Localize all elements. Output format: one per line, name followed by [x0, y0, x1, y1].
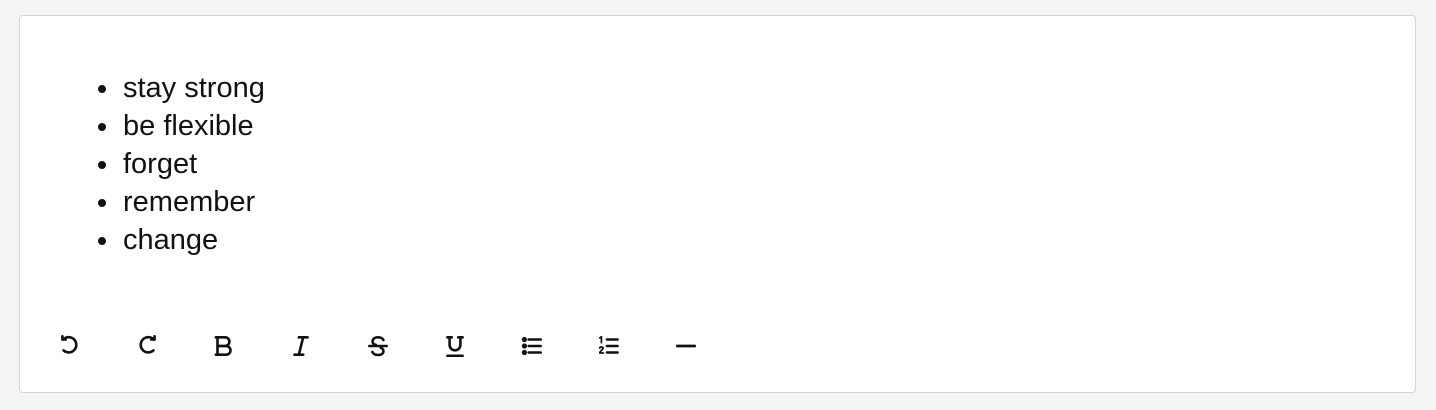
bullet-list-button[interactable]	[514, 328, 550, 364]
list-item: forget	[121, 145, 265, 183]
underline-icon	[446, 336, 464, 358]
bullet-list-icon	[521, 336, 542, 356]
horizontal-rule-button[interactable]	[668, 328, 704, 364]
redo-icon	[139, 334, 156, 354]
list-item: stay strong	[121, 69, 265, 107]
list-item: remember	[121, 183, 265, 221]
strikethrough-icon	[368, 336, 388, 357]
underline-button[interactable]	[437, 328, 473, 364]
bold-button[interactable]	[206, 328, 242, 364]
list-item: be flexible	[121, 107, 265, 145]
italic-button[interactable]	[283, 328, 319, 364]
ordered-list-icon	[598, 335, 619, 354]
ordered-list-button[interactable]	[591, 328, 627, 364]
rich-text-editor: stay strong be flexible forget remember …	[19, 15, 1416, 393]
strikethrough-button[interactable]	[360, 328, 396, 364]
horizontal-rule-icon	[675, 344, 697, 348]
redo-button[interactable]	[129, 328, 165, 364]
bullet-list: stay strong be flexible forget remember …	[121, 69, 265, 259]
undo-button[interactable]	[52, 328, 88, 364]
italic-icon	[293, 336, 309, 356]
formatting-toolbar	[52, 328, 745, 364]
list-item: change	[121, 221, 265, 259]
editor-content[interactable]: stay strong be flexible forget remember …	[20, 16, 1415, 306]
bold-icon	[214, 336, 232, 356]
undo-icon	[61, 334, 78, 354]
